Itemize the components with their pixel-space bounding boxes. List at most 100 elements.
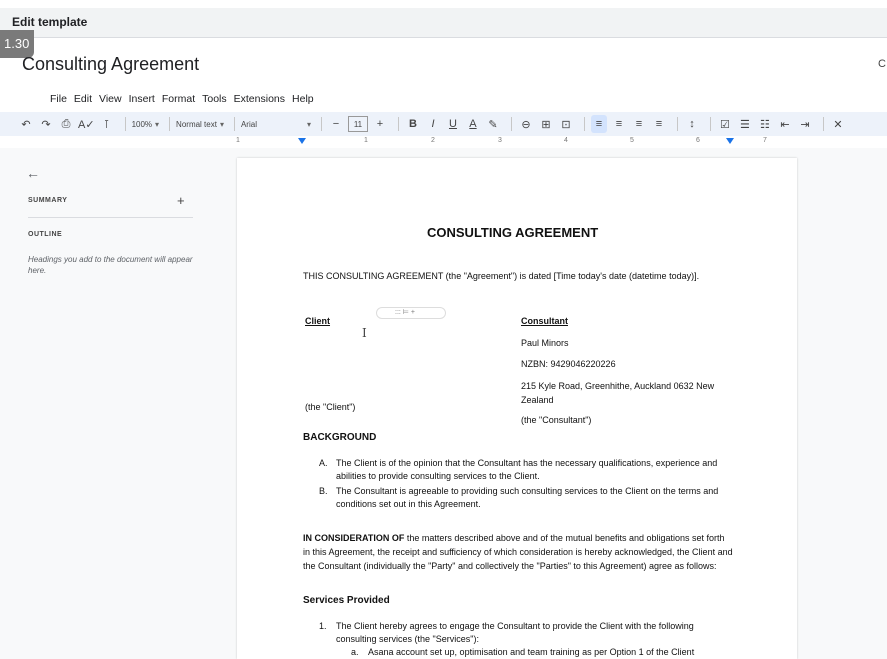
list-item-text: The Client hereby agrees to engage the C… [336,621,694,644]
ruler-number: 1 [364,137,368,144]
ruler-number: 5 [630,137,634,144]
decrease-indent-icon[interactable]: ⇤ [777,115,793,133]
outline-sidebar [0,148,210,659]
paragraph-style-value: Normal text [176,119,217,129]
comment-icon[interactable]: ⊞ [538,115,554,133]
underline-button[interactable]: U [445,115,461,133]
redo-icon[interactable]: ↷ [38,115,54,133]
document-heading: CONSULTING AGREEMENT [427,225,599,240]
chevron-down-icon: ▾ [306,119,311,129]
document-page[interactable]: CONSULTING AGREEMENT THIS CONSULTING AGR… [237,158,797,659]
list-item-text: Asana account set up, optimisation and t… [368,647,695,657]
consultant-nzbn: NZBN: 9429046220226 [521,359,616,369]
menu-help[interactable]: Help [292,93,314,105]
toolbar-divider [397,117,399,131]
font-family-select[interactable]: Arial ▾ [241,115,311,133]
list-item: 1. The Client hereby agrees to engage th… [319,620,729,646]
outline-label: OUTLINE [28,231,63,238]
menu-tools[interactable]: Tools [202,93,227,105]
toolbar-divider [583,117,585,131]
window-title: Edit template [12,15,88,29]
checklist-icon[interactable]: ☑ [717,115,733,133]
bold-button[interactable]: B [405,115,421,133]
chevron-down-icon: ▾ [219,119,224,129]
left-indent-marker[interactable] [298,138,306,144]
paragraph-style-select[interactable]: Normal text ▾ [176,115,224,133]
font-size-input[interactable]: 11 [347,116,368,132]
client-suffix: (the "Client") [305,402,356,412]
right-indent-marker[interactable] [726,138,734,144]
list-item: A. The Client is of the opinion that the… [319,457,739,483]
menu-insert[interactable]: Insert [129,93,155,105]
sidebar-divider [28,217,193,218]
client-label: Client [305,316,331,326]
align-right-button[interactable]: ≡ [631,115,647,133]
numbered-list-icon[interactable]: ☷ [757,115,773,133]
ruler-number: 2 [431,137,435,144]
menu-extensions[interactable]: Extensions [234,93,285,105]
toolbar-divider [709,117,711,131]
formatting-toolbar: ↶ ↷ ⎙ A✓ ⊺ 100% ▾ Normal text ▾ Arial ▾ − 1… [0,112,887,136]
font-family-value: Arial [240,119,257,129]
chevron-down-icon: ▾ [155,119,160,129]
truncated-edge-text: C [878,58,886,70]
menu-bar: File Edit View Insert Format Tools Exten… [50,93,314,105]
ruler-number: 6 [696,137,700,144]
menu-edit[interactable]: Edit [74,93,92,105]
toolbar-divider [510,117,512,131]
list-item: B. The Consultant is agreeable to provid… [319,485,739,511]
paint-format-icon[interactable]: ⊺ [99,115,115,133]
zoom-value: 100% [131,119,153,129]
list-item: a. Asana account set up, optimisation an… [351,646,751,659]
bulleted-list-icon[interactable]: ☰ [737,115,753,133]
text-cursor-icon: I [362,326,367,340]
back-arrow-icon[interactable]: ← [26,165,40,181]
list-marker: 1. [319,621,327,631]
consultant-suffix: (the "Consultant") [521,415,592,425]
undo-icon[interactable]: ↶ [18,115,34,133]
table-drag-handle[interactable]: ::: ⊨ + [376,307,446,319]
ruler-number: 3 [498,137,502,144]
align-justify-button[interactable]: ≡ [651,115,667,133]
menu-format[interactable]: Format [162,93,195,105]
toolbar-divider [124,117,126,131]
zoom-select[interactable]: 100% ▾ [132,115,159,133]
background-heading: BACKGROUND [303,432,377,443]
summary-label: SUMMARY [28,197,68,204]
text-color-button[interactable]: A [465,115,481,133]
consultant-address: 215 Kyle Road, Greenhithe, Auckland 0632… [521,381,715,405]
highlight-icon[interactable]: ✎ [485,115,501,133]
toolbar-divider [233,117,235,131]
increase-indent-icon[interactable]: ⇥ [797,115,813,133]
list-marker: a. [351,647,359,657]
menu-view[interactable]: View [99,93,122,105]
toolbar-divider [676,117,678,131]
consultant-label: Consultant [521,316,568,326]
list-item-text: The Consultant is agreeable to providing… [336,486,719,509]
document-title[interactable]: Consulting Agreement [22,54,199,75]
line-spacing-icon[interactable]: ↕ [684,115,700,133]
consultant-name: Paul Minors [521,338,569,348]
increase-font-size-button[interactable]: + [372,115,388,133]
image-icon[interactable]: ⊡ [558,115,574,133]
print-icon[interactable]: ⎙ [58,115,74,133]
ruler-number: 4 [564,137,568,144]
services-heading: Services Provided [303,595,390,606]
italic-button[interactable]: I [425,115,441,133]
ruler-number: 1 [236,137,240,144]
link-icon[interactable]: ⊖ [518,115,534,133]
add-summary-button[interactable]: + [177,193,185,208]
list-item-text: The Client is of the opinion that the Co… [336,458,718,481]
align-center-button[interactable]: ≡ [611,115,627,133]
outline-hint: Headings you add to the document will ap… [28,255,193,275]
menu-file[interactable]: File [50,93,67,105]
toolbar-divider [320,117,322,131]
decrease-font-size-button[interactable]: − [328,115,344,133]
clear-formatting-icon[interactable]: ✕ [830,115,846,133]
consideration-paragraph: IN CONSIDERATION OF the matters describe… [303,531,733,573]
align-left-button[interactable]: ≡ [590,115,607,133]
ruler-number: 7 [763,137,767,144]
toolbar-divider [169,117,171,131]
spellcheck-icon[interactable]: A✓ [78,115,95,133]
horizontal-ruler[interactable]: 1 1 2 3 4 5 6 7 [236,137,798,147]
